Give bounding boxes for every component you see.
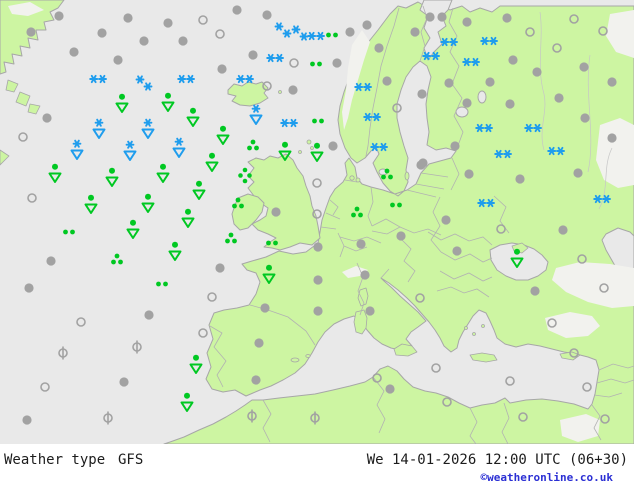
footer: Weather type GFS We 14-01-2026 12:00 UTC… [0, 444, 634, 490]
copyright[interactable]: ©weatheronline.co.uk [481, 471, 613, 484]
weather-map-screenshot: Weather type GFS We 14-01-2026 12:00 UTC… [0, 0, 634, 490]
product-label: Weather type [4, 452, 106, 468]
europe-map [0, 0, 634, 444]
lake-onega [477, 90, 487, 104]
lake-ladoga [455, 106, 469, 118]
map-area [0, 0, 634, 444]
model-label: GFS [118, 452, 144, 468]
valid-time: We 14-01-2026 12:00 UTC (06+30) [366, 452, 628, 468]
